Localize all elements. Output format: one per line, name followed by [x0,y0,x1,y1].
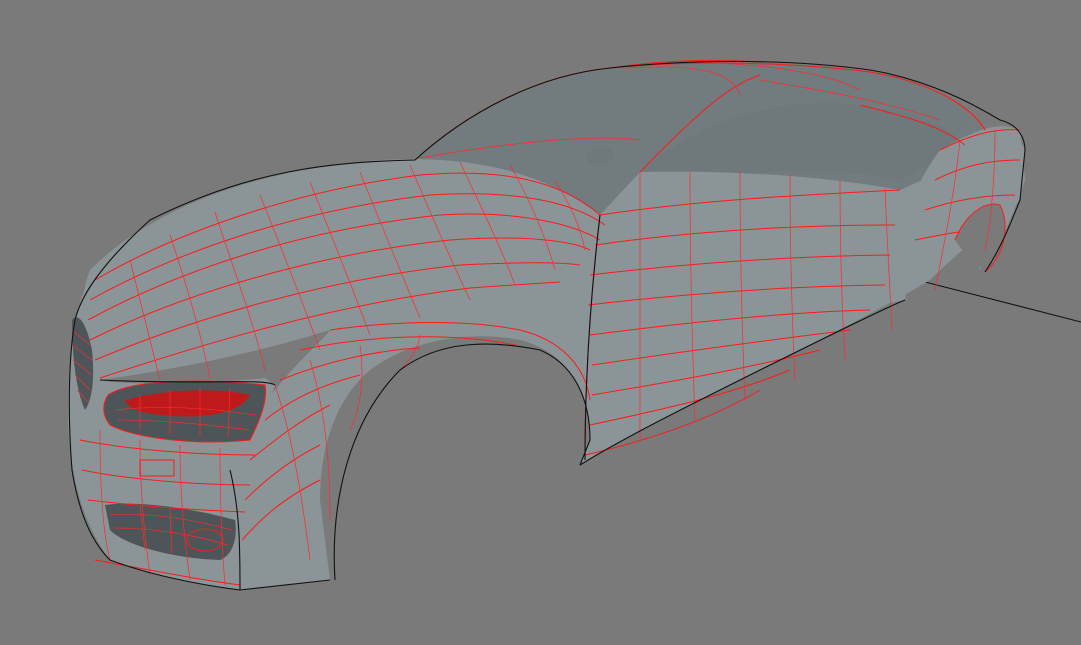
car-wireframe-render [68,59,1081,591]
front-wheel-arch [334,344,590,580]
3d-viewport[interactable] [0,0,1081,645]
